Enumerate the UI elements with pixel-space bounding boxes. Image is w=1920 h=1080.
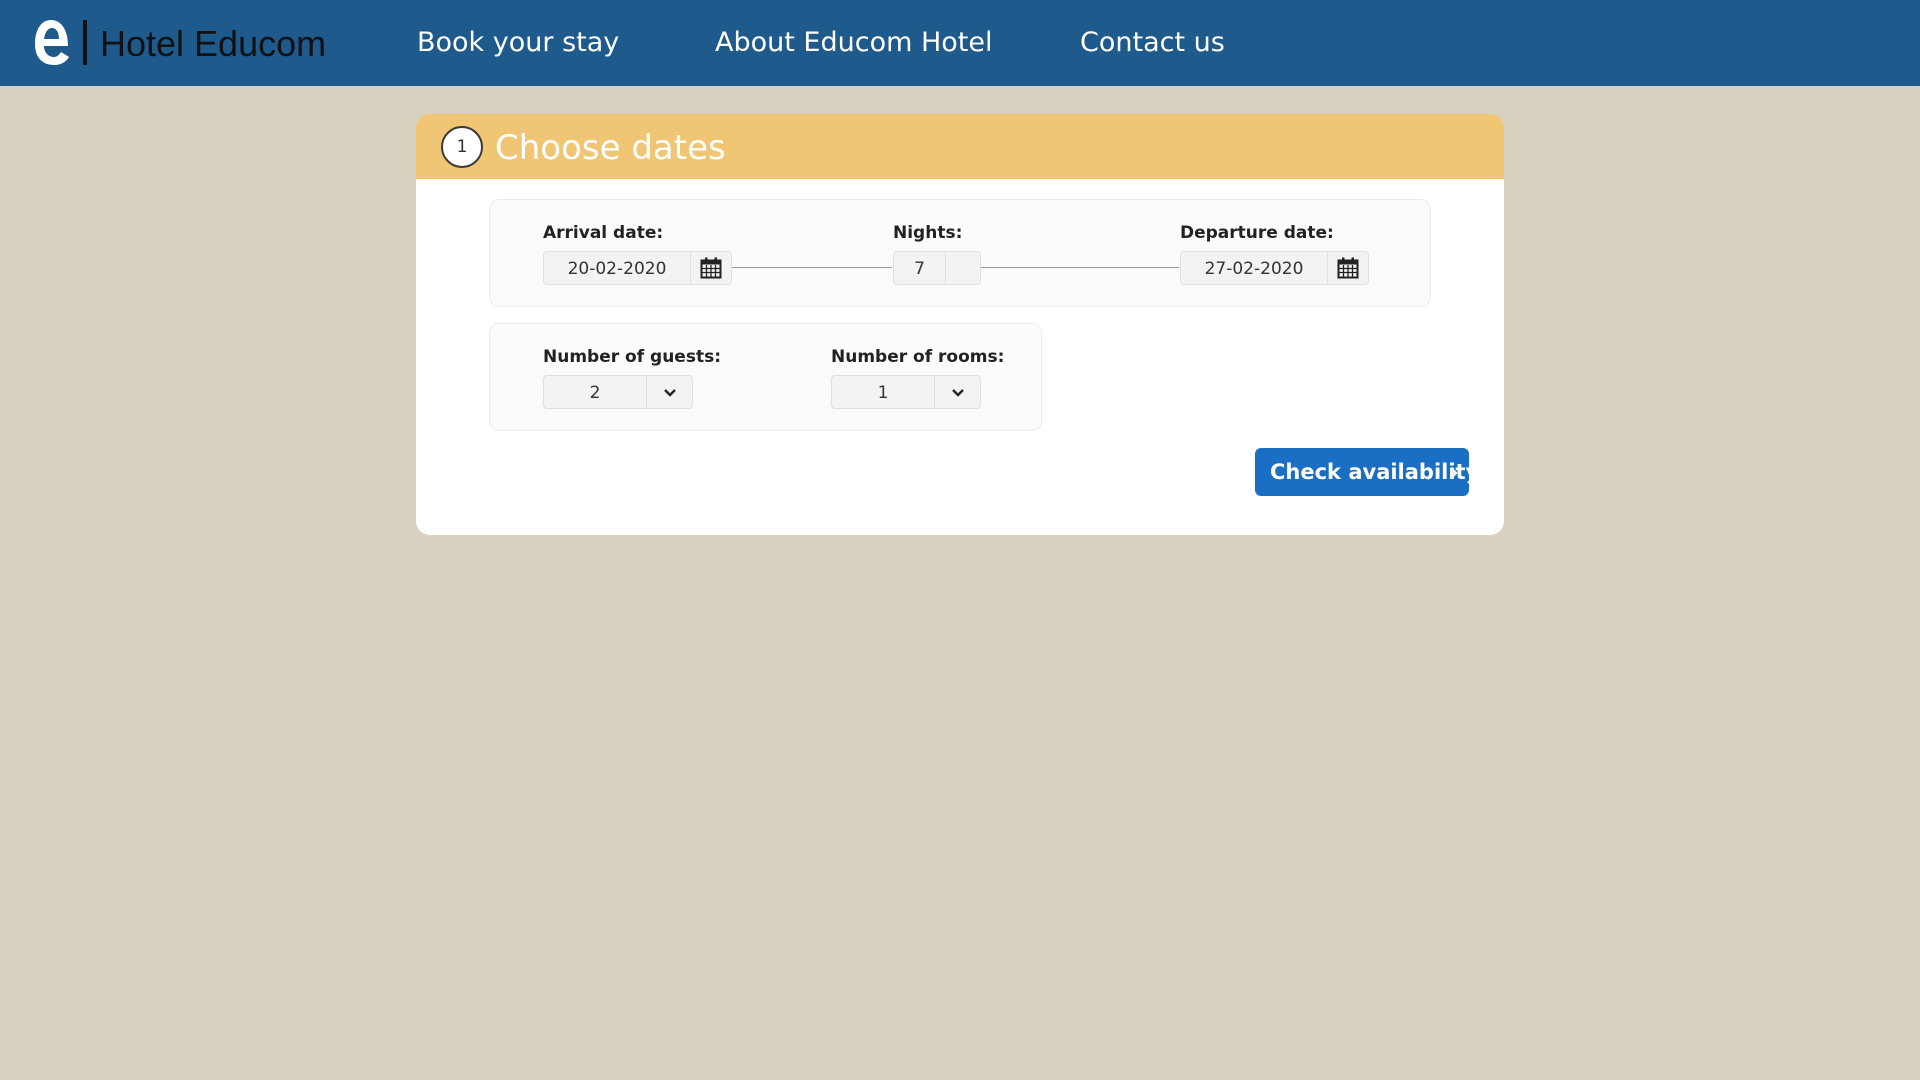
nav-contact-us[interactable]: Contact us [1080,25,1225,61]
step-number-badge: 1 [441,126,483,168]
departure-date-input[interactable]: 27-02-2020 [1180,251,1328,285]
guests-select[interactable]: 2 [543,375,647,409]
check-availability-button[interactable]: Check availability [1255,448,1479,496]
guests-label: Number of guests: [543,347,722,367]
step-title: Choose dates [495,128,726,168]
rooms-label: Number of rooms: [831,347,1005,367]
check-availability-label: Check availability [1270,460,1480,484]
guests-dropdown-button[interactable] [646,375,693,409]
top-navbar: Hotel Educom Book your stay About Educom… [0,0,1920,86]
educom-logo-icon [35,20,69,65]
occupancy-panel: Number of guests: 2 Number of rooms: 1 [489,323,1042,431]
arrival-date-label: Arrival date: [543,223,664,243]
arrival-date-input[interactable]: 20-02-2020 [543,251,691,285]
arrival-calendar-button[interactable] [690,251,732,285]
booking-card: 1 Choose dates Arrival date: 20-02-2020 … [416,114,1504,535]
date-connector-line [981,267,1179,268]
nights-input[interactable]: 7 [893,251,946,285]
calendar-icon [700,257,722,279]
rooms-dropdown-button[interactable] [934,375,981,409]
nav-book-your-stay[interactable]: Book your stay [417,25,619,61]
logo-divider [83,20,87,65]
departure-calendar-button[interactable] [1327,251,1369,285]
site-logo-text[interactable]: Hotel Educom [100,20,326,68]
chevron-down-icon [664,389,676,397]
dates-panel: Arrival date: 20-02-2020 Nights: 7 Depar… [489,199,1431,307]
chevron-down-icon [952,389,964,397]
rooms-select[interactable]: 1 [831,375,935,409]
step-header: 1 Choose dates [416,114,1504,179]
calendar-icon [1337,257,1359,279]
nights-label: Nights: [893,223,963,243]
date-connector-line [732,267,892,268]
nav-about-educom-hotel[interactable]: About Educom Hotel [715,25,993,61]
nights-addon [945,251,981,285]
departure-date-label: Departure date: [1180,223,1334,243]
chevron-right-icon [1450,467,1458,479]
